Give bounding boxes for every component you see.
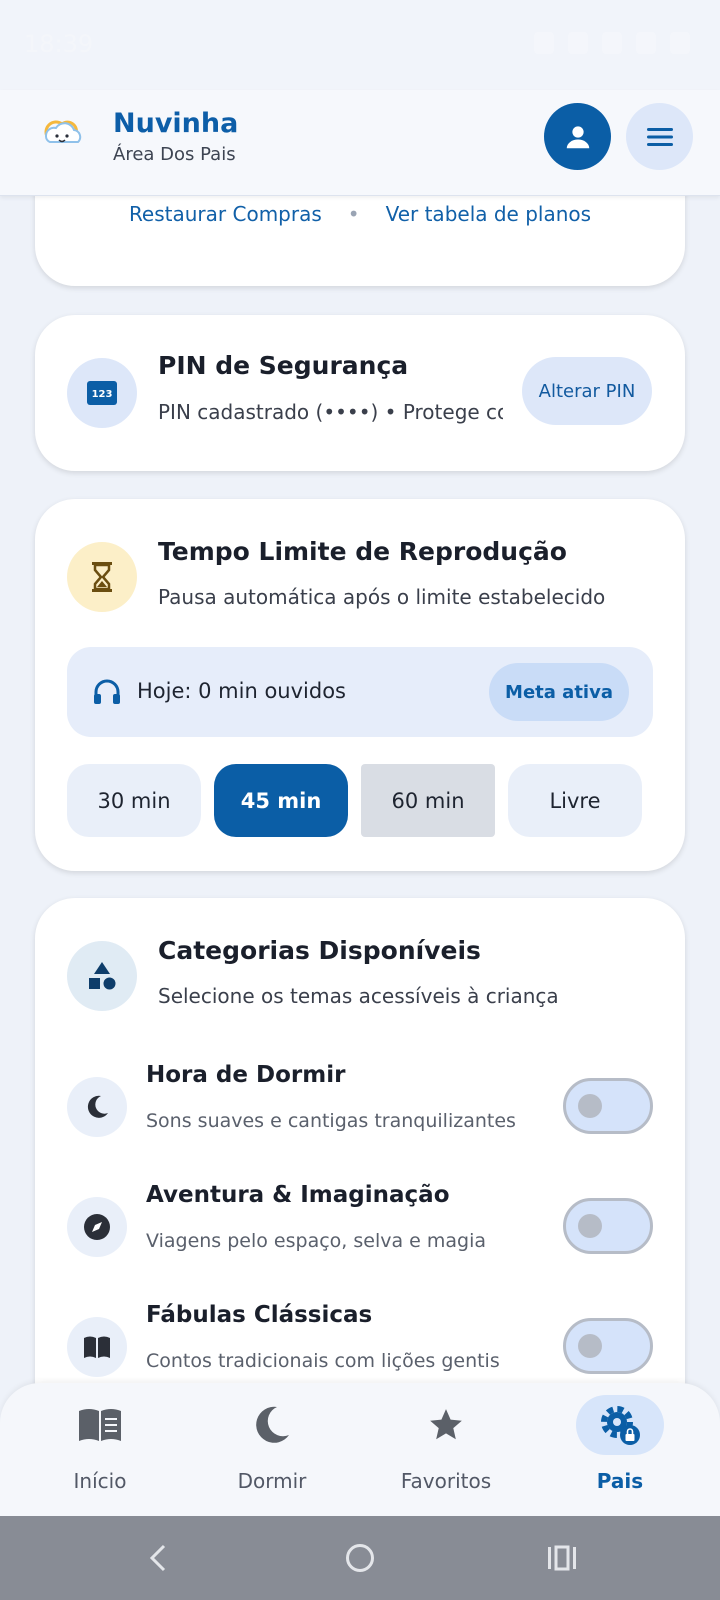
pin-title: PIN de Segurança xyxy=(158,351,409,380)
link-separator: • xyxy=(347,202,360,226)
change-pin-button[interactable]: Alterar PIN xyxy=(522,357,652,425)
app-subtitle: Área Dos Pais xyxy=(113,144,236,165)
data-icon xyxy=(568,32,588,54)
system-navigation-bar xyxy=(0,1516,720,1600)
time-option-free[interactable]: Livre xyxy=(508,764,642,837)
categories-icon-circle xyxy=(67,941,137,1011)
status-icons xyxy=(534,32,690,54)
category-name: Aventura & Imaginação xyxy=(146,1182,450,1208)
today-listening-text: Hoje: 0 min ouvidos xyxy=(137,679,346,703)
signal-icon xyxy=(636,32,656,54)
purchase-links: Restaurar Compras • Ver tabela de planos xyxy=(35,202,685,226)
app-title: Nuvinha xyxy=(113,108,239,139)
time-option-45[interactable]: 45 min xyxy=(214,764,348,837)
category-toggle-adventure[interactable] xyxy=(563,1198,653,1254)
home-button[interactable] xyxy=(338,1536,382,1580)
time-option-60[interactable]: 60 min xyxy=(361,764,495,837)
gear-lock-icon xyxy=(601,1406,640,1445)
book-icon xyxy=(79,1409,121,1441)
category-description: Contos tradicionais com lições gentis xyxy=(146,1350,500,1372)
restore-purchases-link[interactable]: Restaurar Compras xyxy=(129,202,322,226)
hamburger-menu-icon xyxy=(646,127,673,146)
star-icon xyxy=(430,1409,462,1440)
compass-icon xyxy=(84,1214,110,1240)
nav-item-sleep[interactable]: Dormir xyxy=(187,1383,357,1516)
time-option-30[interactable]: 30 min xyxy=(67,764,201,837)
category-toggle-fables[interactable] xyxy=(563,1318,653,1374)
time-icon-circle xyxy=(67,542,137,612)
app-header: Nuvinha Área Dos Pais xyxy=(0,90,720,196)
profile-button[interactable] xyxy=(544,103,611,170)
categories-card: Categorias Disponíveis Selecione os tema… xyxy=(35,898,685,1418)
menu-button[interactable] xyxy=(626,103,693,170)
pin-card: 123 PIN de Segurança PIN cadastrado (•••… xyxy=(35,315,685,471)
nav-icon-container xyxy=(402,1395,490,1455)
wifi-icon xyxy=(602,32,622,54)
active-goal-badge: Meta ativa xyxy=(489,663,629,721)
category-name: Hora de Dormir xyxy=(146,1062,346,1088)
nav-label: Pais xyxy=(596,1469,644,1493)
toggle-knob xyxy=(578,1094,602,1118)
nav-icon-container xyxy=(56,1395,144,1455)
bottom-navigation: Início Dormir Favoritos Pais xyxy=(0,1383,720,1516)
moon-icon xyxy=(87,1095,108,1118)
recents-icon xyxy=(548,1545,576,1571)
open-book-icon xyxy=(84,1336,110,1358)
category-row-bedtime: Hora de Dormir Sons suaves e cantigas tr… xyxy=(35,1058,685,1178)
plans-table-link[interactable]: Ver tabela de planos xyxy=(386,202,591,226)
category-name: Fábulas Clássicas xyxy=(146,1302,373,1328)
alarm-icon xyxy=(534,32,554,54)
category-description: Viagens pelo espaço, selva e magia xyxy=(146,1230,487,1252)
nav-item-favorites[interactable]: Favoritos xyxy=(361,1383,531,1516)
hourglass-icon xyxy=(92,562,112,592)
back-button[interactable] xyxy=(136,1536,180,1580)
pin-icon-text: 123 xyxy=(92,389,113,400)
pin-description: PIN cadastrado (••••) • Protege co… xyxy=(158,400,503,424)
pin-icon-circle: 123 xyxy=(67,358,137,428)
headphones-icon xyxy=(94,679,120,704)
categories-description: Selecione os temas acessíveis à criança xyxy=(158,984,559,1008)
category-icon-circle xyxy=(67,1317,127,1377)
nav-label: Dormir xyxy=(237,1469,307,1493)
person-icon xyxy=(566,125,589,148)
category-row-adventure: Aventura & Imaginação Viagens pelo espaç… xyxy=(35,1178,685,1298)
category-icon-circle xyxy=(67,1197,127,1257)
time-limit-card: Tempo Limite de Reprodução Pausa automát… xyxy=(35,499,685,871)
today-listening-box: Hoje: 0 min ouvidos Meta ativa xyxy=(67,647,653,737)
nav-label: Favoritos xyxy=(400,1469,492,1493)
categories-title: Categorias Disponíveis xyxy=(158,936,481,965)
category-description: Sons suaves e cantigas tranquilizantes xyxy=(146,1110,516,1132)
battery-icon xyxy=(670,32,690,54)
status-bar: 18:39 xyxy=(0,0,720,90)
nav-icon-container xyxy=(576,1395,664,1455)
numeric-keypad-icon: 123 xyxy=(87,381,117,405)
time-limit-title: Tempo Limite de Reprodução xyxy=(158,537,567,566)
toggle-knob xyxy=(578,1214,602,1238)
time-limit-description: Pausa automática após o limite estabelec… xyxy=(158,585,606,609)
moon-icon xyxy=(256,1406,289,1443)
nav-item-home[interactable]: Início xyxy=(15,1383,185,1516)
category-icon-circle xyxy=(67,1077,127,1137)
shapes-icon xyxy=(89,962,116,990)
cloud-logo-icon xyxy=(44,120,82,143)
nav-icon-container xyxy=(228,1395,316,1455)
status-time: 18:39 xyxy=(24,30,94,58)
recents-button[interactable] xyxy=(540,1536,584,1580)
back-chevron-icon xyxy=(149,1544,166,1572)
toggle-knob xyxy=(578,1334,602,1358)
nav-item-parents[interactable]: Pais xyxy=(535,1383,705,1516)
nav-label: Início xyxy=(73,1469,127,1493)
category-toggle-bedtime[interactable] xyxy=(563,1078,653,1134)
home-circle-icon xyxy=(346,1544,374,1572)
